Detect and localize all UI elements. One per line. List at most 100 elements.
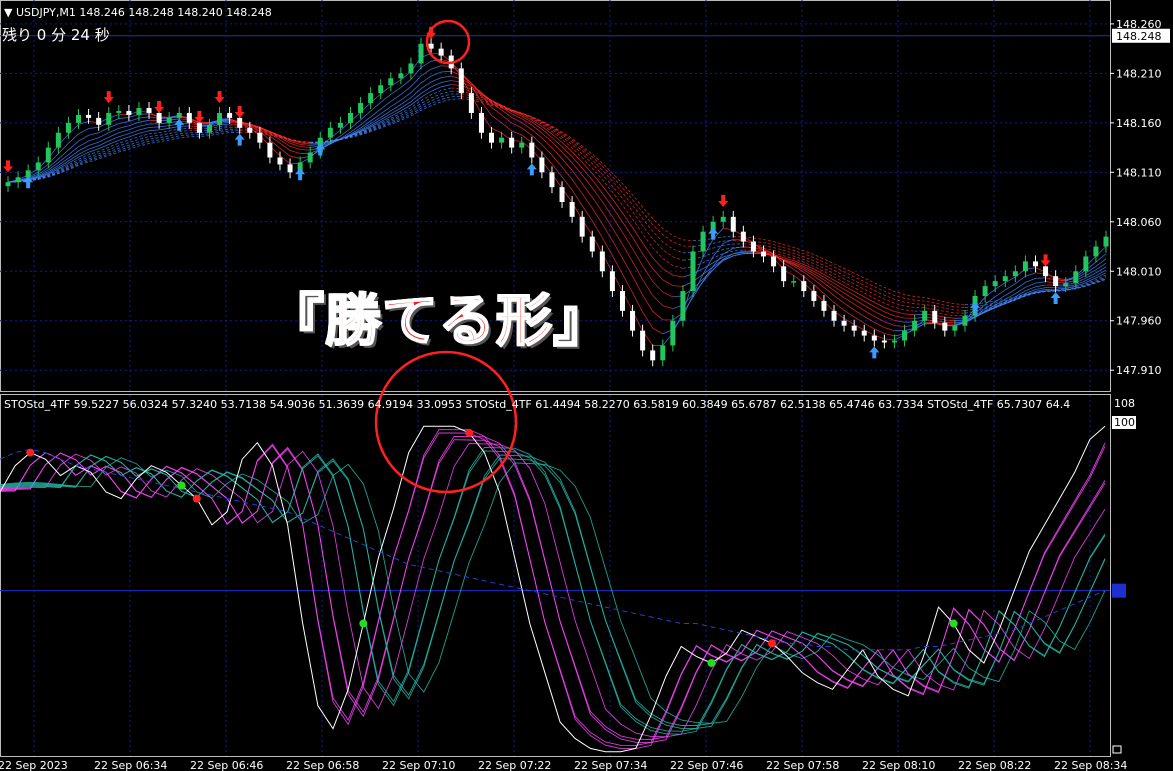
candle-body — [1032, 261, 1038, 267]
candle-body — [388, 78, 394, 86]
candle-body — [640, 330, 646, 351]
candle-body — [902, 330, 908, 341]
candle-body — [569, 202, 575, 217]
down-arrow-icon — [154, 101, 165, 114]
candle-body — [811, 291, 817, 301]
candle-body — [680, 291, 686, 321]
green-dot-marker — [949, 619, 958, 628]
candle-body — [1002, 276, 1008, 282]
candle-body — [146, 108, 152, 113]
time-tick-label: 22 Sep 08:10 — [862, 759, 935, 771]
candle-body — [1012, 271, 1018, 277]
candle-body — [660, 345, 666, 361]
down-arrow-icon — [718, 195, 729, 208]
sto-tick-label: 108 — [1114, 397, 1135, 410]
trading-chart[interactable]: 148.260148.210148.160148.110148.060148.0… — [0, 0, 1173, 771]
candle-body — [609, 271, 615, 292]
candle-body — [841, 320, 847, 326]
candle-body — [347, 112, 353, 123]
candle-body — [1043, 266, 1049, 277]
up-arrow-icon — [315, 143, 326, 156]
candle-body — [932, 310, 938, 323]
time-tick-label: 22 Sep 07:10 — [382, 759, 455, 771]
candle-body — [982, 286, 988, 296]
candle-body — [720, 216, 726, 222]
candle-body — [5, 182, 11, 187]
down-arrow-icon — [103, 91, 114, 104]
candle-body — [1073, 271, 1079, 284]
time-tick-label: 22 Sep 07:34 — [574, 759, 647, 771]
candle-body — [599, 251, 605, 272]
candle-body — [86, 114, 92, 118]
candle-body — [619, 291, 625, 311]
candle-body — [831, 310, 837, 321]
candle-body — [1053, 276, 1059, 287]
candle-body — [781, 266, 787, 282]
candle-body — [206, 124, 212, 133]
candle-body — [549, 172, 555, 188]
candle-body — [1083, 256, 1089, 272]
candle-body — [912, 320, 918, 331]
sto-values-line: STOStd_4TF 59.5227 56.0324 57.3240 53.71… — [4, 398, 1071, 411]
time-tick-label: 22 Sep 08:34 — [1054, 759, 1127, 771]
candle-body — [791, 281, 797, 283]
candle-body — [1093, 246, 1099, 257]
lock-icon — [1112, 745, 1122, 754]
candle-body — [589, 236, 595, 252]
candle-body — [237, 117, 243, 128]
candle-body — [227, 112, 233, 118]
price-tick-label: 148.110 — [1116, 166, 1162, 179]
ohlc-values: 148.246 148.248 148.240 148.248 — [79, 6, 272, 19]
candle-body — [428, 43, 434, 49]
headline-overlay: 『勝てる形』 — [267, 288, 610, 355]
candle-body — [55, 132, 61, 148]
candle-body — [76, 114, 82, 123]
down-arrow-icon — [234, 105, 245, 118]
candle-body — [861, 330, 867, 336]
candle-body — [851, 325, 857, 331]
candle-body — [257, 132, 263, 143]
candle-body — [992, 281, 998, 287]
time-tick-label: 22 Sep 07:58 — [766, 759, 839, 771]
candle-body — [539, 157, 545, 173]
candle-body — [96, 117, 102, 125]
candle-body — [247, 127, 253, 133]
candle-body — [438, 48, 444, 56]
candle-body — [801, 281, 807, 292]
price-tick-label: 148.210 — [1116, 67, 1162, 80]
candle-body — [176, 112, 182, 118]
up-arrow-icon — [234, 133, 245, 146]
highlight-circle-sto — [374, 350, 518, 494]
candle-body — [478, 112, 484, 133]
price-tick-label: 147.960 — [1116, 315, 1162, 328]
time-tick-label: 22 Sep 08:22 — [958, 759, 1031, 771]
red-dot-marker — [26, 448, 35, 457]
candle-body — [579, 216, 585, 237]
dropdown-triangle-icon[interactable]: ▼ — [4, 6, 12, 19]
candle-body — [408, 63, 414, 74]
level-marker — [1112, 583, 1126, 598]
candle-body — [962, 315, 968, 326]
candle-body — [1103, 236, 1109, 247]
candle-body — [891, 340, 897, 343]
candle-body — [952, 325, 958, 331]
candle-body — [730, 216, 736, 232]
time-tick-label: 22 Sep 2023 — [0, 759, 68, 771]
sub-pane-frame — [0, 394, 1111, 757]
time-tick-label: 22 Sep 07:46 — [670, 759, 743, 771]
candle-body — [15, 177, 21, 183]
time-tick-label: 22 Sep 06:46 — [190, 759, 263, 771]
candle-body — [1022, 261, 1028, 272]
candle-body — [458, 68, 464, 94]
candle-body — [499, 137, 505, 143]
chart-grid — [0, 0, 1111, 757]
candle-body — [287, 164, 293, 173]
candle-body — [922, 310, 928, 321]
highlight-circle-top — [425, 19, 471, 65]
green-dot-marker — [707, 658, 716, 667]
stoch-slow-line — [0, 448, 1106, 651]
green-dot-marker — [177, 481, 186, 490]
candle-body — [267, 142, 273, 158]
candle-body — [65, 122, 71, 133]
stochastic-indicator — [0, 425, 1126, 753]
